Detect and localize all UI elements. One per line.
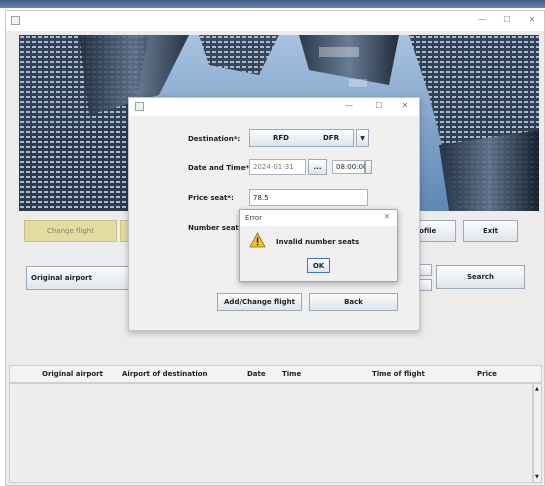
col-time-of-flight[interactable]: Time of flight — [372, 370, 425, 378]
destination-to-code: DFR — [323, 134, 339, 142]
java-app-icon — [135, 102, 144, 111]
table-scrollbar[interactable]: ▲ ▼ — [533, 383, 542, 483]
maximize-icon[interactable]: ☐ — [373, 101, 385, 110]
error-title: Error — [245, 214, 263, 222]
warning-icon — [249, 232, 266, 248]
spinner-up-icon[interactable] — [418, 264, 432, 276]
scroll-up-icon[interactable]: ▲ — [535, 386, 539, 392]
table-body — [9, 383, 533, 483]
close-icon[interactable]: ✕ — [382, 212, 392, 221]
chevron-down-icon[interactable]: ▼ — [356, 129, 369, 147]
time-spinner[interactable] — [365, 160, 372, 174]
destination-label: Destination*: — [188, 135, 241, 143]
scroll-down-icon[interactable]: ▼ — [535, 474, 539, 480]
col-date[interactable]: Date — [247, 370, 266, 378]
date-field[interactable]: 2024-01-31 — [249, 159, 306, 175]
change-flight-button[interactable]: Change flight — [24, 220, 117, 242]
error-dialog: Error ✕ Invalid number seats OK — [239, 209, 398, 282]
main-titlebar: — ☐ ✕ — [6, 11, 544, 31]
maximize-icon[interactable]: ☐ — [501, 15, 513, 24]
date-time-label: Date and Time*: — [188, 164, 252, 172]
window-top-strip — [0, 0, 545, 8]
price-field[interactable]: 78.5 — [249, 189, 368, 206]
date-picker-button[interactable]: ... — [308, 159, 327, 175]
search-button[interactable]: Search — [436, 265, 525, 289]
java-app-icon — [11, 16, 20, 25]
col-original-airport[interactable]: Original airport — [42, 370, 103, 378]
add-change-flight-button[interactable]: Add/Change flight — [217, 293, 302, 311]
error-message: Invalid number seats — [276, 238, 360, 246]
close-icon[interactable]: ✕ — [399, 101, 411, 110]
ok-button[interactable]: OK — [307, 258, 330, 273]
time-field[interactable]: 08:00:00 — [332, 160, 367, 174]
back-button[interactable]: Back — [309, 293, 398, 311]
original-airport-combo[interactable]: Original airport ▼ — [26, 266, 139, 290]
col-airport-destination[interactable]: Airport of destination — [122, 370, 208, 378]
price-label: Price seat*: — [188, 194, 234, 202]
col-time[interactable]: Time — [282, 370, 301, 378]
minimize-icon[interactable]: — — [476, 15, 488, 24]
error-titlebar: Error ✕ — [240, 210, 397, 226]
close-icon[interactable]: ✕ — [526, 15, 538, 24]
destination-from-code: RFD — [273, 134, 289, 142]
col-price[interactable]: Price — [477, 370, 497, 378]
minimize-icon[interactable]: — — [343, 101, 355, 110]
spinner-down-icon[interactable] — [418, 279, 432, 291]
exit-button[interactable]: Exit — [463, 220, 518, 242]
original-airport-combo-label: Original airport — [31, 274, 92, 282]
table-header: Original airport Airport of destination … — [9, 365, 542, 383]
destination-combo[interactable]: RFD DFR — [249, 129, 354, 147]
dialog-titlebar: — ☐ ✕ — [129, 98, 419, 116]
